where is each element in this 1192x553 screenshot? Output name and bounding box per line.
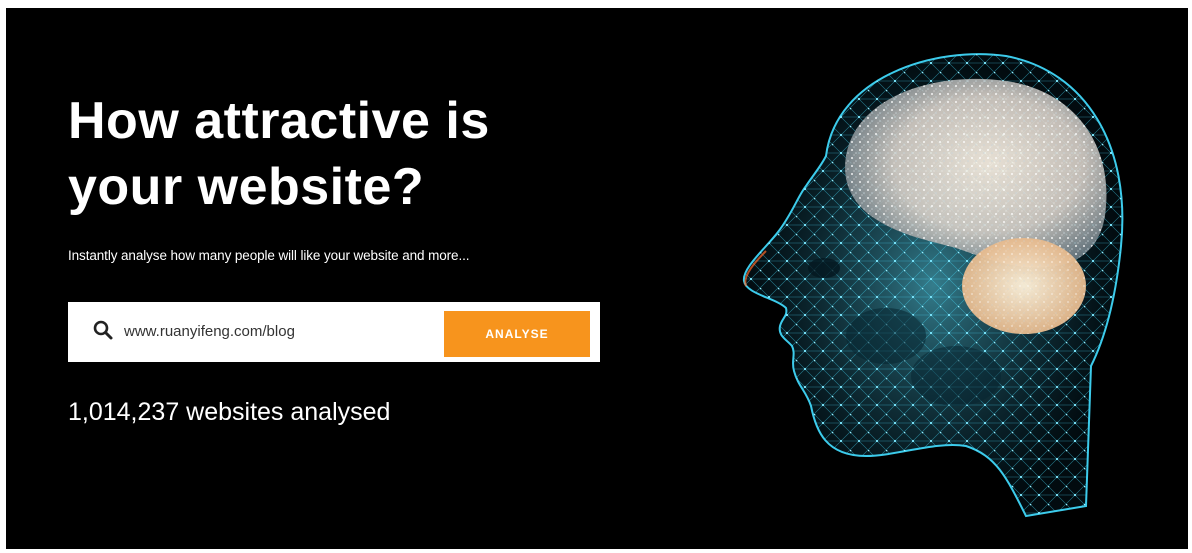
search-bar: ANALYSE [68,302,600,362]
hero-banner: How attractive is your website? Instantl… [6,8,1188,549]
websites-analysed-count: 1,014,237 websites analysed [68,398,391,426]
search-icon [93,320,113,340]
page-title: How attractive is your website? [68,88,668,220]
url-input[interactable] [124,316,424,346]
headline-line-1: How attractive is [68,92,490,150]
hero-content: How attractive is your website? Instantl… [68,88,668,426]
subtitle: Instantly analyse how many people will l… [68,248,470,263]
analyse-button[interactable]: ANALYSE [444,311,590,357]
headline-line-2: your website? [68,158,425,216]
wireframe-head-illustration [742,53,1124,518]
